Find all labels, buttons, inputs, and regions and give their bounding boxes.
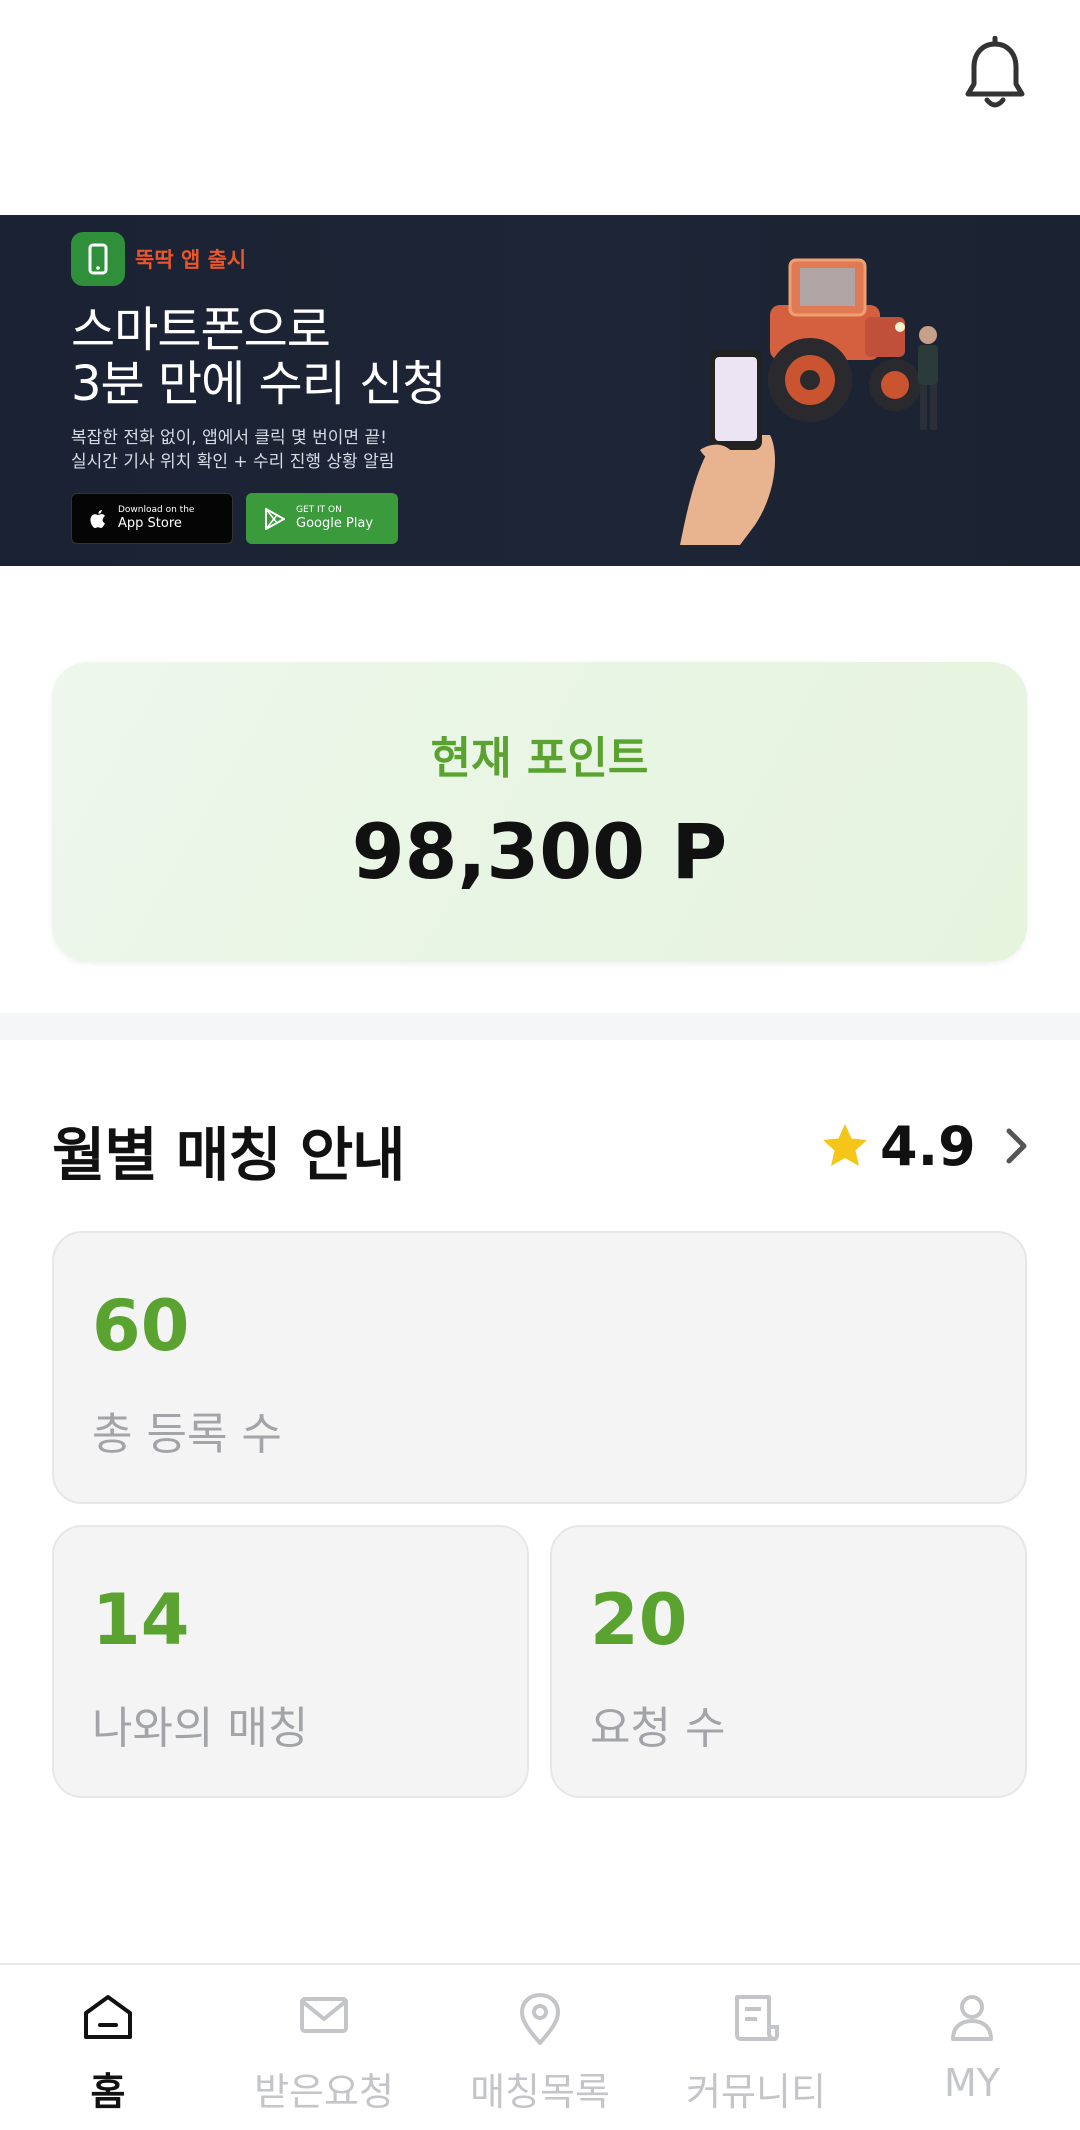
home-icon	[84, 1995, 132, 2039]
section-title: 월별 매칭 안내	[52, 1121, 406, 1189]
total-registrations-value: 60	[92, 1285, 190, 1367]
banner-description: 복잡한 전화 없이, 앱에서 클릭 몇 번이면 끝! 실시간 기사 위치 확인 …	[71, 428, 395, 472]
rating-value: 4.9	[880, 1114, 976, 1178]
google-play-icon	[265, 507, 285, 530]
bell-icon[interactable]	[960, 36, 1030, 116]
bottom-nav: 홈 받은요청 매칭목록 커뮤니티 MY	[0, 1963, 1080, 2130]
document-icon	[735, 1995, 779, 2041]
top-bar	[0, 0, 1080, 215]
request-count-card[interactable]: 20 요청 수	[550, 1525, 1027, 1798]
nav-received-requests[interactable]: 받은요청	[216, 1965, 432, 2130]
mail-icon	[300, 1997, 348, 2033]
user-icon	[951, 1995, 993, 2041]
total-registrations-card[interactable]: 60 총 등록 수	[52, 1231, 1027, 1504]
request-count-label: 요청 수	[590, 1703, 726, 1754]
star-icon	[823, 1124, 867, 1166]
section-divider	[0, 1013, 1080, 1040]
nav-my[interactable]: MY	[864, 1965, 1080, 2130]
chevron-right-icon	[1006, 1128, 1027, 1164]
points-label: 현재 포인트	[430, 733, 649, 784]
my-matching-label: 나와의 매칭	[92, 1703, 309, 1754]
my-matching-value: 14	[92, 1579, 190, 1661]
app-store-button[interactable]: Download on the App Store	[71, 493, 233, 544]
total-registrations-label: 총 등록 수	[92, 1409, 282, 1460]
nav-matching-list[interactable]: 매칭목록	[432, 1965, 648, 2130]
apple-icon	[90, 509, 105, 528]
tractor-phone-illustration	[680, 258, 938, 545]
nav-community[interactable]: 커뮤니티	[648, 1965, 864, 2130]
banner-title: 스마트폰으로 3분 만에 수리 신청	[71, 302, 446, 412]
google-play-button[interactable]: GET IT ON Google Play	[246, 493, 398, 544]
request-count-value: 20	[590, 1579, 688, 1661]
location-pin-icon	[520, 1993, 560, 2045]
current-points-card: 현재 포인트 98,300 P	[52, 662, 1027, 962]
points-value: 98,300 P	[351, 807, 728, 896]
banner-badge: 뚝딱 앱 출시	[135, 248, 247, 272]
my-matching-card[interactable]: 14 나와의 매칭	[52, 1525, 529, 1798]
nav-home[interactable]: 홈	[0, 1965, 216, 2130]
app-promo-banner[interactable]: 뚝딱 앱 출시 스마트폰으로 3분 만에 수리 신청 복잡한 전화 없이, 앱에…	[0, 215, 1080, 566]
rating-link[interactable]: 4.9	[820, 1114, 1030, 1178]
smartphone-icon	[71, 232, 125, 286]
